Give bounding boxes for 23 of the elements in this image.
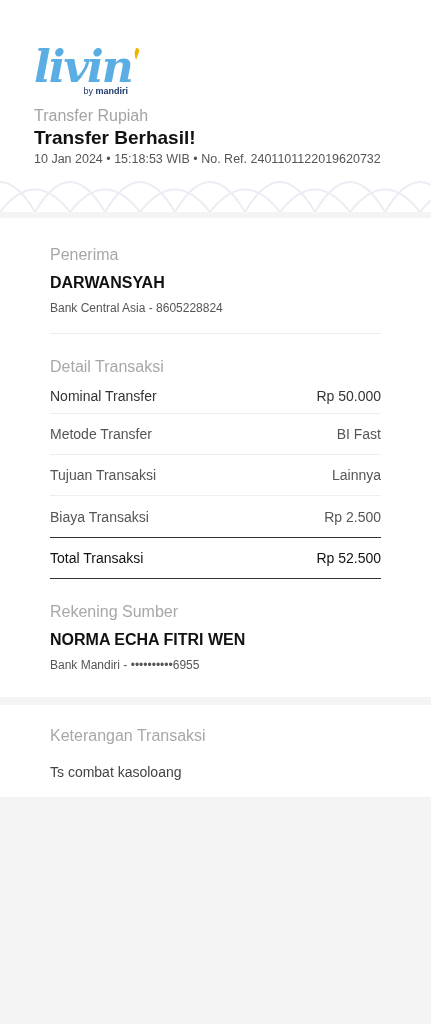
- transfer-category: Transfer Rupiah: [34, 106, 150, 126]
- detail-value: Rp 52.500: [316, 550, 381, 566]
- detail-label: Total Transaksi: [50, 550, 144, 566]
- transaction-meta: 10 Jan 2024 • 15:18:53 WIB • No. Ref. 2401101122019620732: [34, 151, 382, 168]
- logo-accent-icon: [133, 48, 140, 60]
- section-heading: Rekening Sumber: [50, 602, 180, 622]
- detail-label: Biaya Transaksi: [50, 508, 149, 525]
- detail-value: Rp 50.000: [316, 387, 381, 404]
- section-heading: Penerima: [50, 245, 120, 265]
- section-heading: Keterangan Transaksi: [50, 726, 207, 746]
- recipient-account: Bank Central Asia - 8605228824: [50, 300, 224, 316]
- source-account: Bank Mandiri - ••••••••••6955: [50, 657, 201, 673]
- recipient-name: DARWANSYAH: [50, 273, 166, 293]
- source-name: NORMA ECHA FITRI WEN: [50, 630, 247, 650]
- detail-label: Metode Transfer: [50, 426, 152, 442]
- detail-value: Rp 2.500: [324, 508, 381, 525]
- transaction-note: Ts combat kasoloang: [50, 763, 183, 782]
- status-title: Transfer Berhasil!: [34, 126, 197, 150]
- detail-label: Nominal Transfer: [50, 387, 157, 404]
- section-heading: Detail Transaksi: [50, 357, 165, 377]
- detail-label: Tujuan Transaksi: [50, 467, 157, 483]
- detail-value: BI Fast: [336, 426, 381, 442]
- detail-value: Lainnya: [331, 467, 381, 483]
